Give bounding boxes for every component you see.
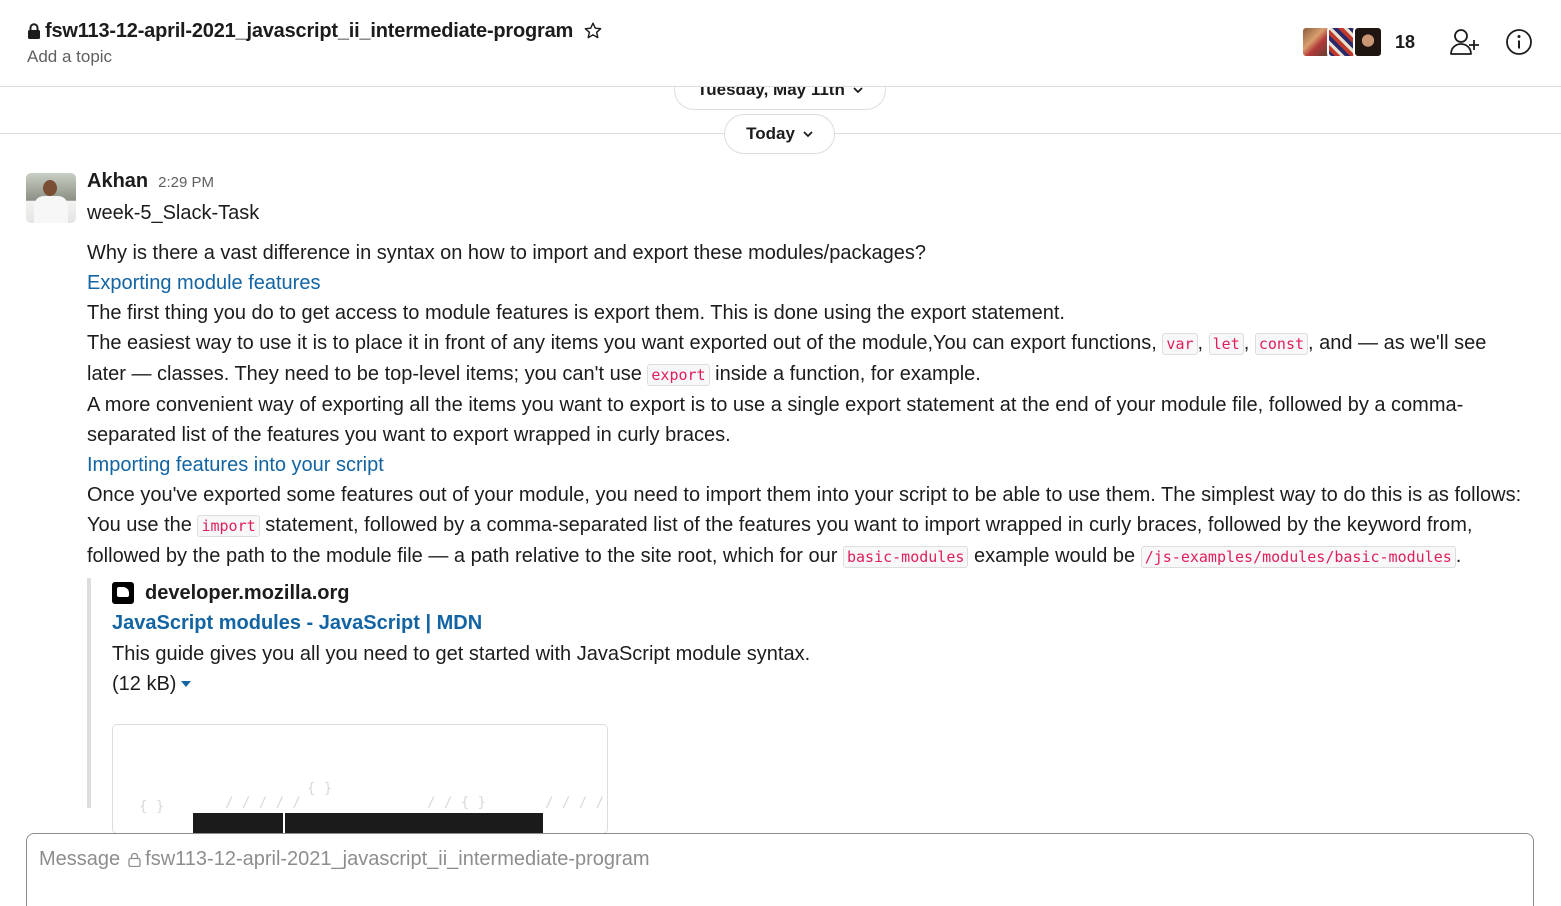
unfurl-description: This guide gives you all you need to get… [112,643,811,665]
message-text: Why is there a vast difference in syntax… [87,242,926,264]
inline-code: basic-modules [842,546,969,568]
add-user-icon[interactable] [1449,27,1481,57]
lock-icon [28,23,40,39]
inline-code: /js-examples/modules/basic-modules [1140,546,1456,568]
message-timestamp[interactable]: 2:29 PM [158,174,214,191]
inline-code: import [197,515,260,537]
star-icon[interactable] [583,21,603,41]
member-avatars-button[interactable] [1300,26,1383,58]
caret-down-icon [181,681,192,687]
today-divider-pill[interactable]: Today [724,114,835,154]
inline-code: export [647,364,710,386]
channel-name: fsw113-12-april-2021_javascript_ii_inter… [45,19,574,42]
exporting-link[interactable]: Exporting module features [87,268,1527,298]
chevron-down-icon [853,86,863,93]
unfurl-site: developer.mozilla.org [112,578,1527,608]
info-icon[interactable] [1505,28,1533,56]
lock-icon [128,852,141,867]
importing-link[interactable]: Importing features into your script [87,450,1527,480]
message-author[interactable]: Akhan [87,170,148,193]
message-composer[interactable]: Message fsw113-12-april-2021_javascript_… [26,833,1534,906]
unfurl-preview-image[interactable]: { } / / / / / { } / / { } / / / / [112,724,608,834]
channel-title-button[interactable]: fsw113-12-april-2021_javascript_ii_inter… [27,18,603,44]
inline-code: let [1208,333,1244,355]
message-text: A more convenient way of exporting all t… [87,394,1464,446]
message-input[interactable]: Message fsw113-12-april-2021_javascript_… [39,848,649,871]
chevron-down-icon [803,130,813,137]
channel-header: fsw113-12-april-2021_javascript_ii_inter… [0,0,1561,87]
message-text: Once you've exported some features out o… [87,484,1522,568]
link-unfurl: developer.mozilla.org JavaScript modules… [87,578,1527,834]
message-text: The first thing you do to get access to … [87,302,1065,324]
avatar[interactable] [26,173,76,223]
avatar [1352,26,1383,58]
unfurl-title-link[interactable]: JavaScript modules - JavaScript | MDN [112,608,1527,639]
unfurl-size-toggle[interactable]: (12 kB) [112,669,1527,699]
message-text: The easiest way to use it is to place it… [87,332,1487,386]
post-title: week-5_Slack-Task [87,202,260,224]
inline-code: var [1162,333,1198,355]
member-count[interactable]: 18 [1395,32,1415,53]
add-topic-link[interactable]: Add a topic [27,47,112,67]
inline-code: const [1254,333,1309,355]
mdn-logo-icon [112,582,134,604]
